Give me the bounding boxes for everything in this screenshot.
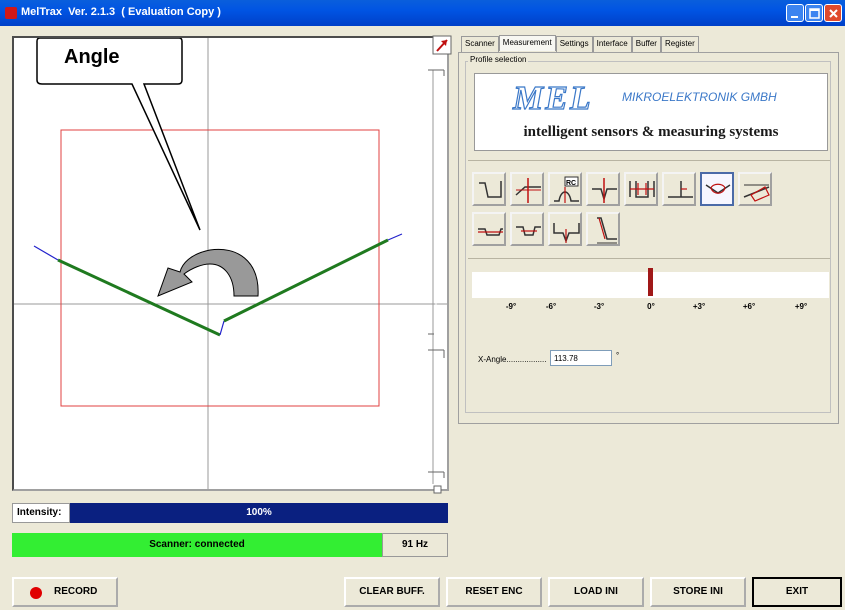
tab-register[interactable]: Register [660,36,699,52]
profile-gap-button[interactable] [624,172,658,206]
profile-groove-button[interactable] [586,172,620,206]
separator-mid [468,258,830,259]
profile-selection-title: Profile selection [468,55,529,64]
profile-slope-button[interactable] [586,212,620,246]
clear-buffer-button[interactable]: CLEAR BUFF. [344,577,440,607]
reset-enc-button[interactable]: RESET ENC [446,577,542,607]
tab-scanner[interactable]: Scanner [461,36,499,52]
mel-logo: MEL MIKROELEKTRONIK GMBH intelligent sen… [474,73,828,151]
record-label: RECORD [54,586,98,597]
profile-vertex-edge [219,320,225,336]
scale-tick: -9° [505,302,517,311]
profile-left-edge [33,245,59,261]
x-angle-label: X-Angle.................. [478,355,547,364]
record-dot-icon [30,587,42,599]
title-bar: MelTrax Ver. 2.1.3 ( Evaluation Copy ) [0,0,845,26]
callout-label: Angle [64,46,120,68]
separator-top [468,160,830,161]
profile-step-button[interactable] [472,172,506,206]
minimize-button[interactable] [786,4,804,22]
scale-tick: -3° [593,302,605,311]
scale-tick: +6° [742,302,756,311]
maximize-button[interactable] [805,4,823,22]
settings-tabs: Scanner Measurement Settings Interface B… [461,35,699,52]
profile-bump-button[interactable] [472,212,506,246]
close-button[interactable] [824,4,842,22]
intensity-bar: 100% [70,503,448,523]
profile-plot: Angle [12,36,449,491]
exit-button[interactable]: EXIT [752,577,842,607]
angle-marker [648,268,653,296]
profile-notch-button[interactable] [510,212,544,246]
profile-edge-button[interactable] [510,172,544,206]
profile-left-segment [57,258,221,337]
app-icon [5,7,17,19]
load-ini-button[interactable]: LOAD INI [548,577,644,607]
intensity-label: Intensity: [12,503,70,523]
scale-tick: -6° [545,302,557,311]
profile-angle-button[interactable] [700,172,734,206]
store-ini-button[interactable]: STORE INI [650,577,746,607]
scale-tick: +9° [794,302,808,311]
tab-measurement[interactable]: Measurement [498,35,556,51]
logo-brand: MEL [512,79,593,117]
frequency-readout: 91 Hz [382,533,448,557]
logo-company: MIKROELEKTRONIK GMBH [622,90,777,104]
tab-buffer[interactable]: Buffer [631,36,661,52]
logo-tagline: intelligent sensors & measuring systems [523,124,779,140]
profile-tilt-button[interactable] [738,172,772,206]
svg-text:RC: RC [566,180,576,187]
x-angle-unit: ° [616,351,620,360]
window-title: MelTrax Ver. 2.1.3 ( Evaluation Copy ) [21,6,221,18]
profile-fillet-button[interactable] [662,172,696,206]
profile-valley-button[interactable] [548,212,582,246]
scanner-status: Scanner: connected [12,533,382,557]
scale-tick: +3° [692,302,706,311]
profile-right-edge [387,233,403,241]
tab-interface[interactable]: Interface [592,36,632,52]
record-button[interactable]: RECORD [12,577,118,607]
angle-scale [472,268,829,298]
profile-arc-button[interactable]: RC [548,172,582,206]
scale-tick: 0° [647,302,655,311]
x-angle-field[interactable] [550,350,612,366]
tab-settings[interactable]: Settings [555,36,593,52]
